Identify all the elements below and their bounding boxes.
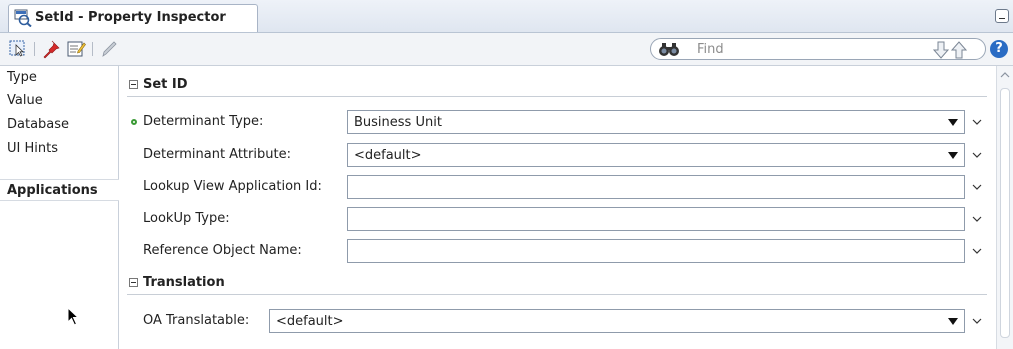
nav-item-ui-hints[interactable]: UI Hints — [7, 141, 58, 156]
nav-item-database[interactable]: Database — [7, 117, 69, 132]
properties-panel: Set ID Determinant Type: Business Unit D… — [119, 66, 995, 349]
toolbar-separator — [92, 42, 93, 56]
determinant-attribute-label: Determinant Attribute: — [143, 147, 291, 162]
nav-item-type[interactable]: Type — [7, 70, 37, 85]
chevron-down-icon[interactable] — [971, 116, 983, 128]
lookup-view-app-id-label: Lookup View Application Id: — [143, 179, 322, 194]
find-input[interactable] — [697, 41, 897, 57]
section-header-translation[interactable]: Translation — [127, 274, 987, 295]
chevron-down-icon[interactable] — [971, 245, 983, 257]
section-header-set-id[interactable]: Set ID — [127, 76, 987, 97]
reference-object-name-input[interactable] — [352, 242, 938, 260]
chevron-down-icon[interactable] — [971, 315, 983, 327]
section-title: Set ID — [143, 77, 188, 92]
pencil-icon[interactable] — [99, 39, 119, 59]
nav-item-applications[interactable]: Applications — [0, 179, 119, 201]
reference-object-name-label: Reference Object Name: — [143, 243, 302, 258]
left-navigation: Type Value Database UI Hints Application… — [0, 66, 119, 349]
determinant-type-dropdown[interactable]: Business Unit — [347, 110, 965, 134]
pin-icon[interactable] — [41, 39, 61, 59]
oa-translatable-dropdown[interactable]: <default> — [269, 309, 965, 333]
collapse-icon[interactable] — [129, 278, 138, 287]
chevron-down-icon[interactable] — [971, 213, 983, 225]
vertical-scrollbar[interactable] — [996, 66, 1013, 349]
mouse-cursor-icon — [67, 307, 80, 326]
chevron-down-icon[interactable] — [971, 149, 983, 161]
lookup-type-input[interactable] — [352, 210, 938, 228]
dropdown-arrow-icon[interactable] — [948, 152, 958, 159]
determinant-type-label: Determinant Type: — [131, 114, 263, 129]
help-icon[interactable]: ? — [990, 40, 1008, 58]
determinant-attribute-dropdown[interactable]: <default> — [347, 143, 965, 167]
oa-translatable-value: <default> — [276, 314, 344, 329]
determinant-type-value: Business Unit — [354, 115, 442, 130]
property-inspector-icon — [14, 9, 32, 27]
lookup-type-label: LookUp Type: — [143, 211, 230, 226]
property-inspector-tab[interactable]: SetId - Property Inspector — [8, 4, 258, 32]
find-next-icon[interactable] — [933, 41, 949, 59]
binoculars-icon[interactable] — [658, 41, 680, 57]
toolbar: ? — [0, 33, 1013, 66]
lookup-view-app-id-field[interactable] — [347, 175, 965, 199]
title-bar: SetId - Property Inspector — [0, 0, 1013, 33]
dropdown-arrow-icon[interactable] — [948, 318, 958, 325]
reference-object-name-field[interactable] — [347, 239, 965, 263]
section-title: Translation — [143, 275, 225, 290]
nav-item-value[interactable]: Value — [7, 93, 43, 108]
minimize-button[interactable] — [995, 9, 1009, 23]
scroll-up-icon[interactable] — [1000, 71, 1010, 79]
chevron-down-icon[interactable] — [971, 181, 983, 193]
edit-properties-icon[interactable] — [66, 39, 86, 59]
find-box[interactable] — [650, 38, 986, 60]
collapse-icon[interactable] — [129, 80, 138, 89]
window-title: SetId - Property Inspector — [35, 10, 226, 25]
determinant-attribute-value: <default> — [354, 148, 422, 163]
lookup-type-field[interactable] — [347, 207, 965, 231]
required-indicator-icon — [131, 119, 137, 125]
toolbar-separator — [34, 42, 35, 56]
scroll-thumb[interactable] — [1000, 88, 1010, 338]
oa-translatable-label: OA Translatable: — [143, 313, 250, 328]
dropdown-arrow-icon[interactable] — [948, 119, 958, 126]
find-previous-icon[interactable] — [951, 41, 967, 59]
lookup-view-app-id-input[interactable] — [352, 178, 938, 196]
select-icon[interactable] — [8, 39, 28, 59]
